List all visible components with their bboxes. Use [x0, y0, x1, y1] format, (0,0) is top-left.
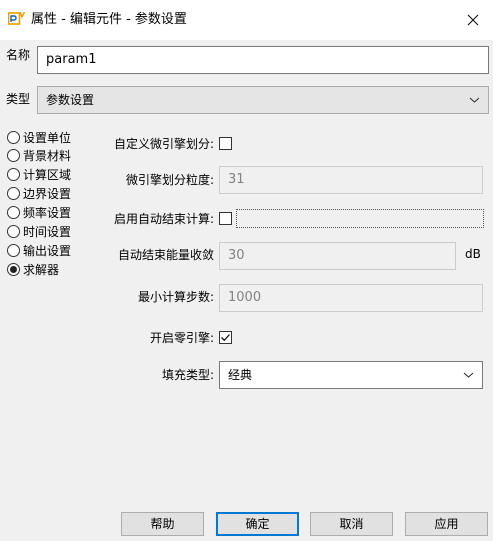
mesh-granularity-label: 微引擎划分粒度:	[125, 173, 214, 187]
category-label: 计算区域	[23, 167, 72, 182]
mesh-granularity-input[interactable]: 31	[219, 166, 483, 194]
category-radio-output[interactable]: 输出设置	[7, 242, 71, 259]
radio-button	[7, 244, 20, 257]
category-label: 边界设置	[23, 186, 72, 201]
fill-type-select[interactable]: 经典	[219, 361, 483, 389]
zero-engine-label: 开启零引擎:	[149, 331, 214, 345]
category-radio-solver[interactable]: 求解器	[7, 261, 59, 278]
category-radio-units[interactable]: 设置单位	[7, 129, 71, 146]
type-select[interactable]: 参数设置	[37, 86, 489, 114]
help-button[interactable]: 帮助	[121, 512, 204, 536]
radio-button	[7, 206, 20, 219]
category-label: 频率设置	[23, 205, 72, 220]
fill-type-select-value: 经典	[228, 368, 253, 382]
fill-type-label: 填充类型:	[161, 368, 214, 382]
auto-end-label: 启用自动结束计算:	[113, 212, 214, 226]
category-radio-compute-region[interactable]: 计算区域	[7, 166, 71, 183]
focus-rectangle	[236, 209, 484, 228]
type-label: 类型	[6, 92, 31, 106]
chevron-down-icon	[463, 372, 474, 378]
zero-engine-checkbox[interactable]	[219, 331, 232, 344]
radio-button	[7, 168, 20, 181]
category-label: 求解器	[23, 262, 60, 277]
min-steps-label: 最小计算步数:	[137, 290, 214, 304]
end-energy-unit: dB	[465, 247, 481, 261]
custom-mesh-label: 自定义微引擎划分:	[113, 137, 214, 151]
custom-mesh-checkbox[interactable]	[219, 137, 232, 150]
radio-button	[7, 187, 20, 200]
close-button[interactable]	[460, 8, 486, 32]
apply-button[interactable]: 应用	[405, 512, 488, 536]
properties-dialog: 属性 - 编辑元件 - 参数设置 名称 param1 类型 参数设置 设置单位 …	[0, 0, 493, 541]
title-bar: 属性 - 编辑元件 - 参数设置	[0, 0, 493, 40]
category-radio-time[interactable]: 时间设置	[7, 223, 71, 240]
name-label: 名称	[6, 48, 31, 62]
category-radio-frequency[interactable]: 频率设置	[7, 204, 71, 221]
radio-button	[7, 131, 20, 144]
app-icon	[7, 11, 26, 27]
auto-end-checkbox[interactable]	[219, 212, 232, 225]
category-label: 输出设置	[23, 243, 72, 258]
close-icon	[467, 14, 479, 26]
radio-button-selected	[7, 263, 20, 276]
radio-button	[7, 149, 20, 162]
category-label: 背景材料	[23, 148, 72, 163]
window-title: 属性 - 编辑元件 - 参数设置	[31, 12, 187, 27]
radio-button	[7, 225, 20, 238]
end-energy-input[interactable]: 30	[219, 242, 456, 270]
name-input[interactable]: param1	[37, 46, 489, 74]
category-radio-background-material[interactable]: 背景材料	[7, 147, 71, 164]
category-label: 时间设置	[23, 224, 72, 239]
min-steps-input[interactable]: 1000	[219, 284, 483, 312]
checkmark-icon	[221, 334, 230, 342]
ok-button[interactable]: 确定	[216, 512, 299, 536]
category-radio-boundary[interactable]: 边界设置	[7, 185, 71, 202]
type-select-value: 参数设置	[46, 93, 95, 107]
end-energy-label: 自动结束能量收敛	[117, 248, 214, 262]
category-label: 设置单位	[23, 130, 72, 145]
cancel-button[interactable]: 取消	[310, 512, 393, 536]
chevron-down-icon	[469, 97, 480, 103]
